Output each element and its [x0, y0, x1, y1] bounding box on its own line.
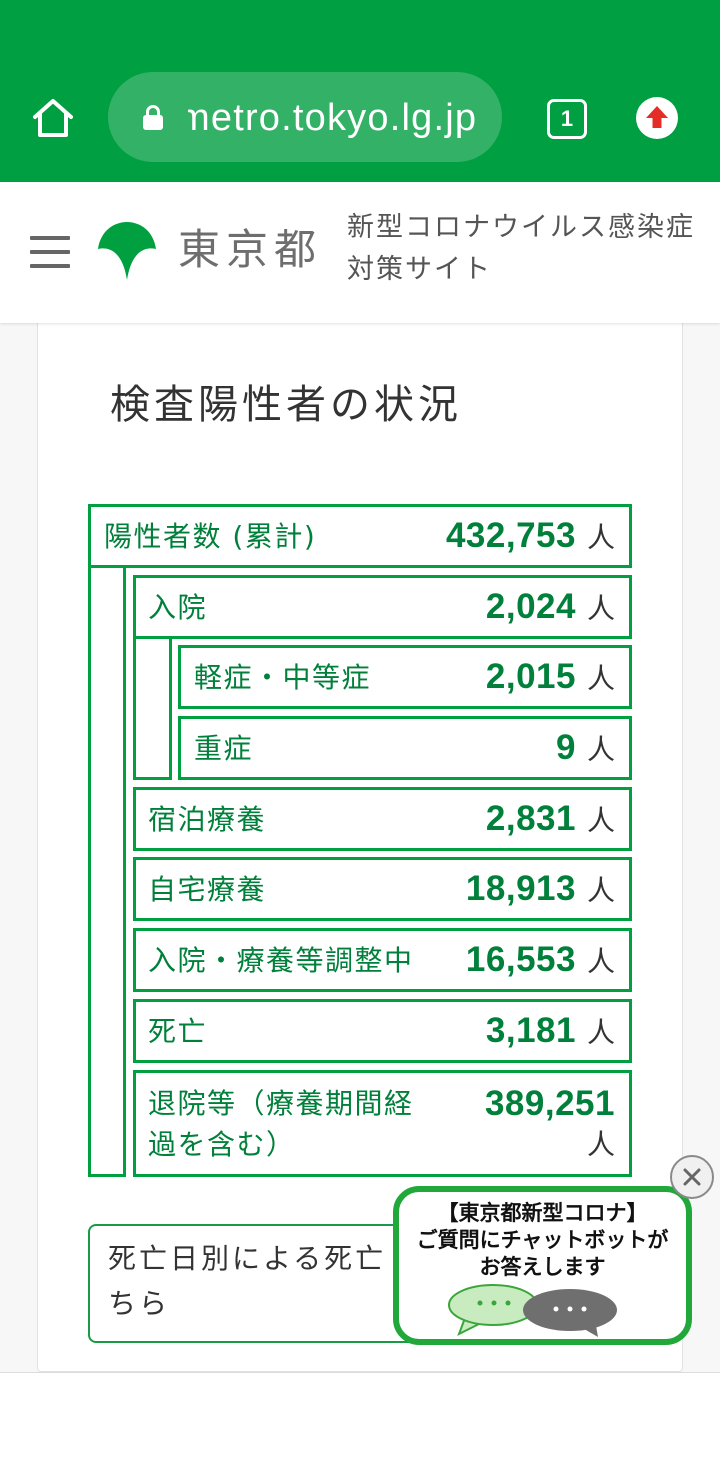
hamburger-menu-button[interactable]	[30, 236, 70, 268]
home-icon	[33, 99, 73, 137]
stat-label: 陽性者数 (累計)	[104, 519, 317, 553]
lock-icon	[143, 105, 163, 130]
stat-row-deaths: 死亡 3,181 人	[133, 999, 632, 1063]
browser-toolbar: metro.tokyo.lg.jp 1	[0, 0, 720, 182]
stat-label: 宿泊療養	[148, 802, 267, 836]
stat-label: 入院	[148, 590, 208, 624]
site-title-line: 対策サイト	[347, 254, 492, 285]
stat-value-group: 389,251 人	[465, 1083, 615, 1165]
site-title[interactable]: 新型コロナウイルス感染症 対策サイト	[347, 207, 695, 291]
stat-row-severe: 重症 9人	[178, 716, 632, 780]
stat-row-hotel-care: 宿泊療養 2,831 人	[133, 787, 632, 851]
chatbot-close-button[interactable]	[670, 1155, 714, 1199]
tab-count: 1	[560, 106, 574, 131]
close-icon	[683, 1168, 701, 1186]
stat-value-group: 2,024 人	[486, 587, 615, 627]
stat-label: 入院・療養等調整中	[148, 943, 414, 977]
stat-value: 389,251	[484, 1083, 615, 1123]
stat-label: 退院等（療養期間経過を含む）	[148, 1086, 414, 1161]
update-button[interactable]	[636, 97, 678, 139]
stat-value: 2,831	[485, 799, 576, 838]
home-button[interactable]	[30, 96, 76, 140]
tab-switcher-button[interactable]: 1	[547, 99, 587, 139]
stat-unit: 人	[586, 874, 615, 907]
org-name[interactable]: 東京都	[178, 226, 322, 274]
stat-value: 2,024	[485, 587, 576, 626]
card-title: 検査陽性者の状況	[110, 382, 462, 428]
stat-row-discharged: 退院等（療養期間経過を含む） 389,251 人	[133, 1070, 632, 1177]
chatbot-widget[interactable]: 【東京都新型コロナ】 ご質問にチャットボットが お答えします	[393, 1186, 692, 1345]
stat-label: 死亡	[148, 1014, 208, 1048]
hamburger-menu-icon	[30, 264, 70, 268]
stat-row-total: 陽性者数 (累計) 432,753 人	[88, 504, 632, 568]
tree-connector-hospitalized	[133, 635, 172, 780]
stat-value-group: 3,181 人	[486, 1011, 615, 1051]
stat-value: 432,753	[445, 516, 576, 555]
stat-value: 18,913	[465, 869, 576, 908]
stat-unit: 人	[586, 662, 615, 695]
stat-value-group: 18,913 人	[466, 869, 615, 909]
stat-unit: 人	[586, 804, 615, 837]
stat-unit: 人	[586, 521, 615, 554]
stat-value: 9	[556, 728, 576, 767]
upload-arrow-icon	[646, 106, 668, 128]
chat-bubbles-icon	[448, 1284, 617, 1337]
stat-value-group: 432,753 人	[446, 516, 615, 556]
stat-unit: 人	[586, 733, 615, 766]
stat-value-group: 2,015 人	[486, 657, 615, 697]
stat-unit: 人	[586, 1016, 615, 1049]
hamburger-menu-icon	[30, 250, 70, 254]
stat-unit: 人	[586, 945, 615, 978]
stat-value: 2,015	[485, 657, 576, 696]
stat-row-hospitalized: 入院 2,024 人	[133, 575, 632, 639]
tree-connector-total	[88, 565, 126, 1177]
stat-value: 3,181	[485, 1011, 576, 1050]
stat-value-group: 2,831 人	[486, 799, 615, 839]
stat-value: 16,553	[465, 940, 576, 979]
url-text-container: metro.tokyo.lg.jp	[188, 72, 490, 162]
stat-label: 自宅療養	[148, 872, 267, 906]
stat-unit: 人	[586, 1127, 615, 1161]
stat-row-adjusting: 入院・療養等調整中 16,553 人	[133, 928, 632, 992]
stat-label: 軽症・中等症	[194, 660, 372, 694]
hamburger-menu-icon	[30, 236, 70, 240]
tokyo-ginkgo-logo-icon[interactable]	[97, 222, 157, 282]
stat-row-mild-moderate: 軽症・中等症 2,015 人	[178, 645, 632, 709]
site-title-line: 新型コロナウイルス感染症	[347, 212, 695, 243]
stat-value-group: 16,553 人	[466, 940, 615, 980]
url-text: metro.tokyo.lg.jp	[188, 97, 478, 139]
site-header: 東京都 新型コロナウイルス感染症 対策サイト	[0, 182, 720, 323]
stat-unit: 人	[586, 592, 615, 625]
url-bar[interactable]: metro.tokyo.lg.jp	[108, 72, 502, 162]
stat-value-group: 9人	[556, 728, 615, 768]
stat-label: 重症	[194, 731, 254, 765]
stat-row-home-care: 自宅療養 18,913 人	[133, 857, 632, 921]
page-bottom-area	[0, 1372, 720, 1480]
